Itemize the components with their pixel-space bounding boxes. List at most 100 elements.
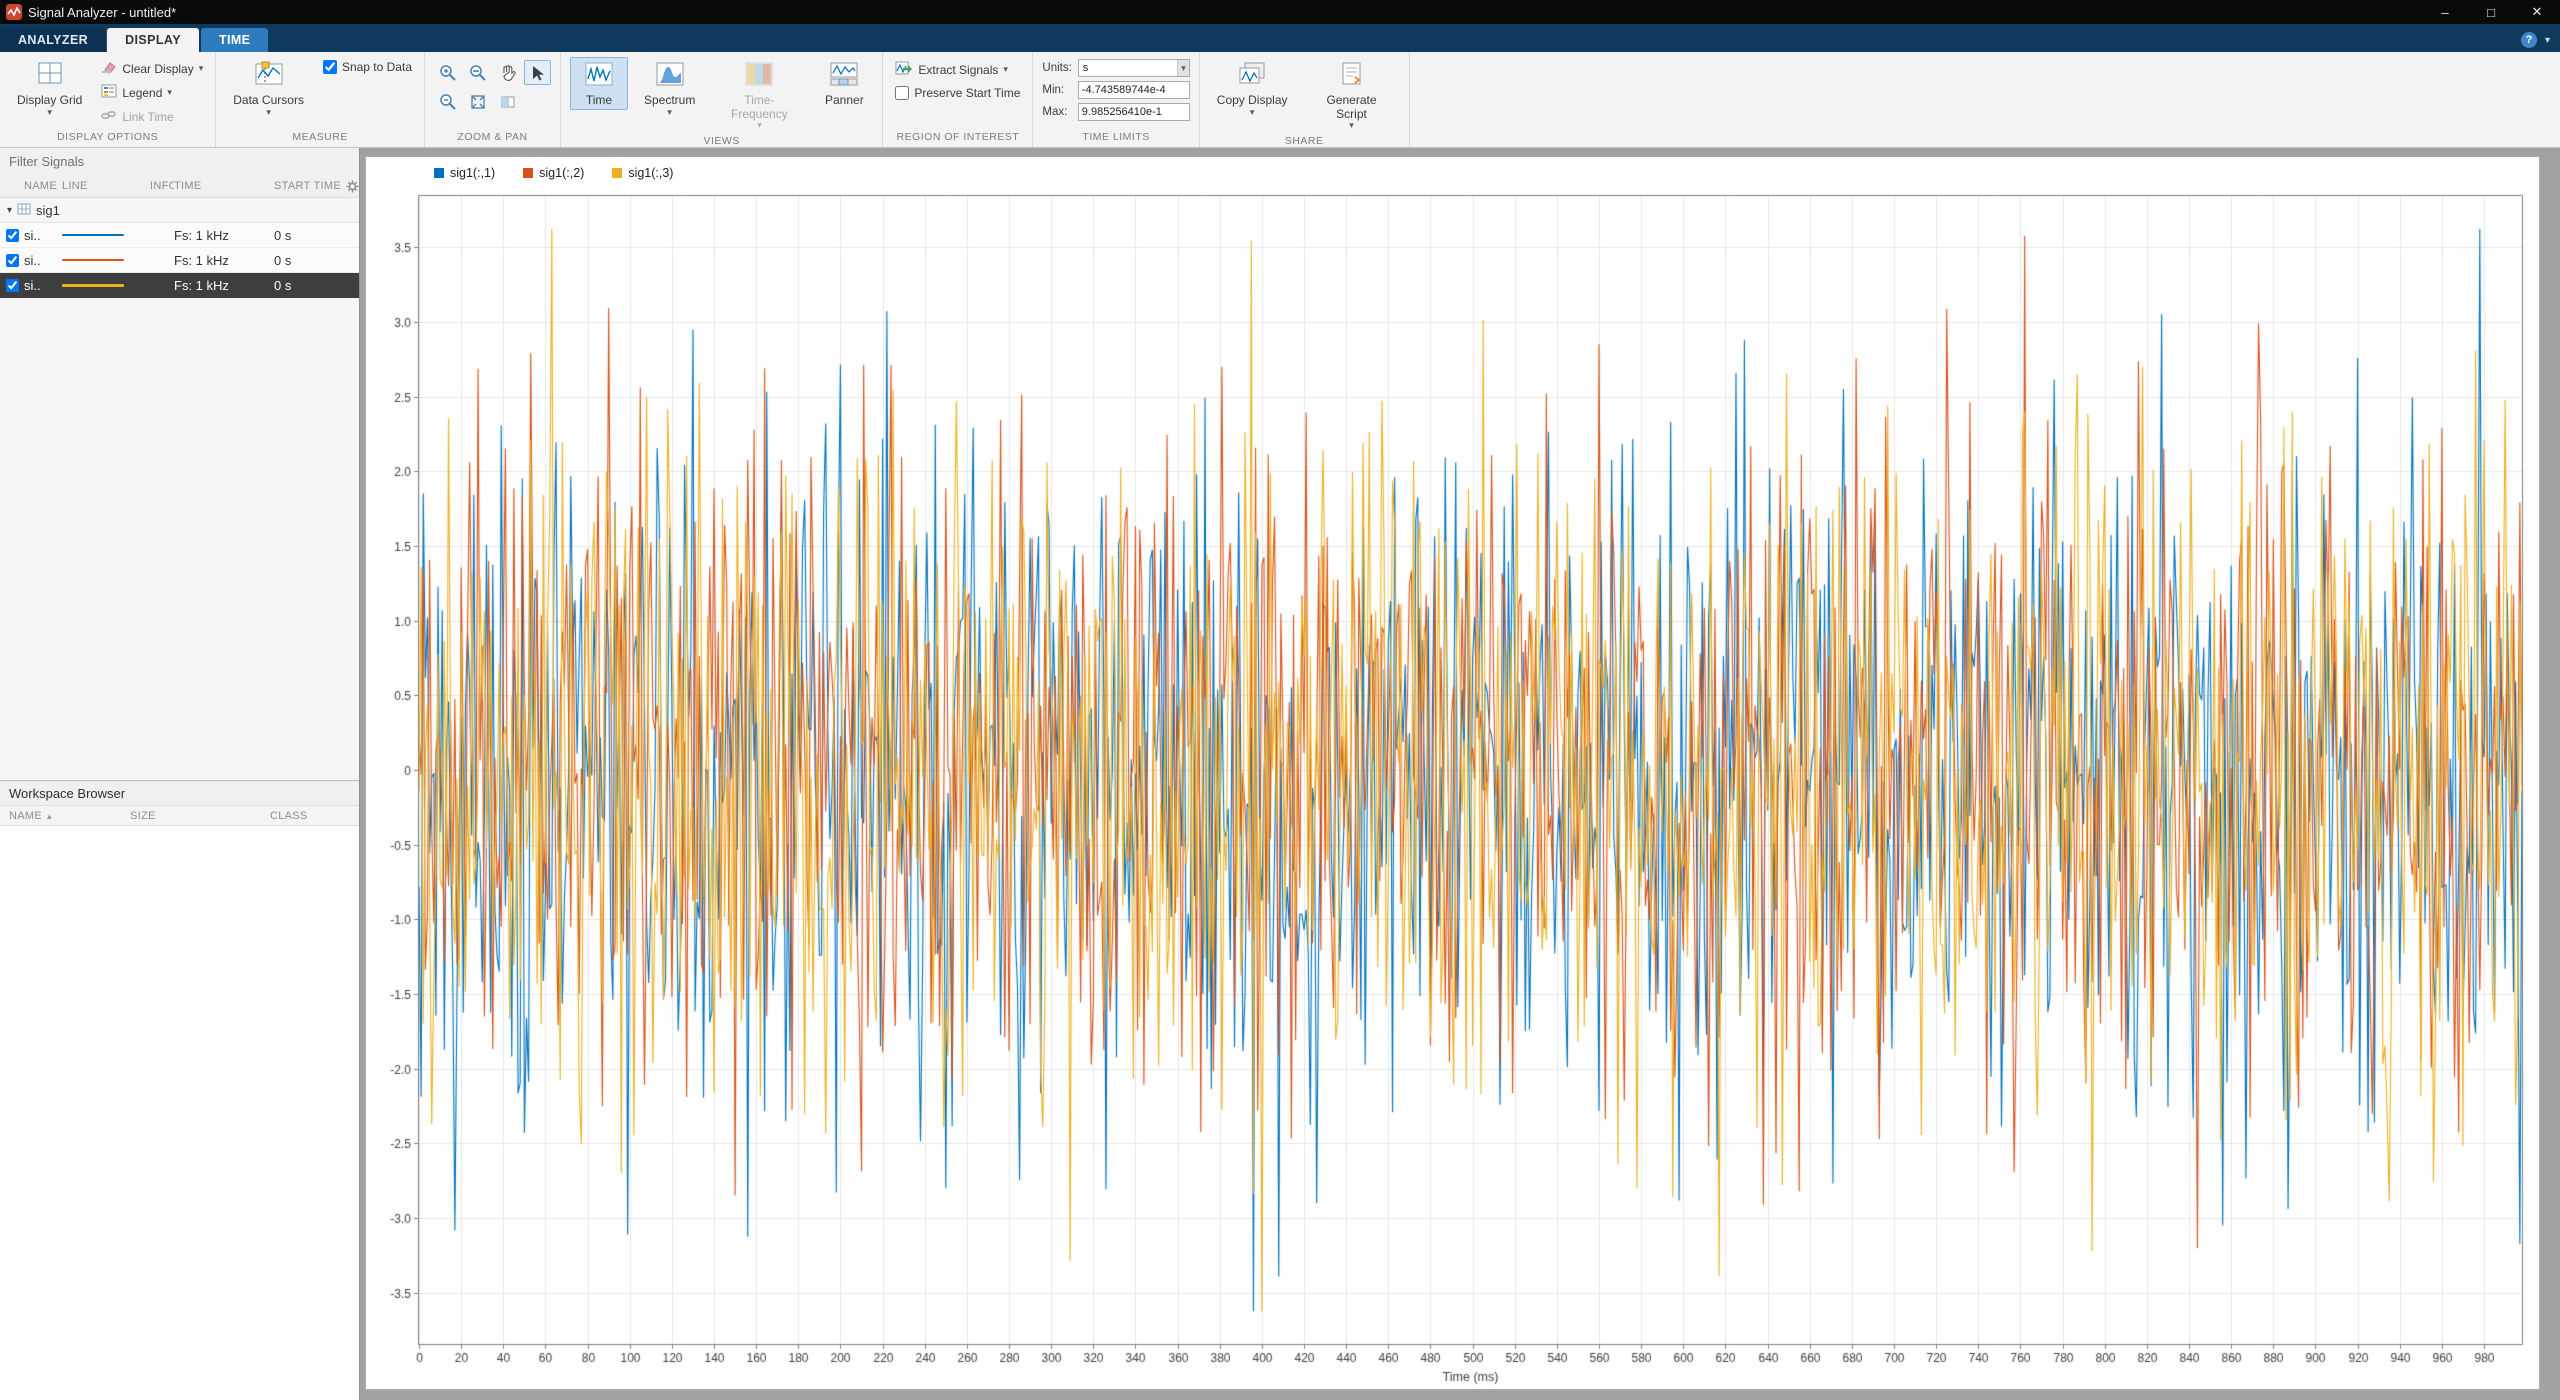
spectrum-view-button[interactable]: Spectrum ▾: [636, 57, 703, 119]
fit-to-view-button[interactable]: [464, 89, 491, 114]
time-frequency-view-button[interactable]: Time-Frequency ▾: [711, 57, 807, 132]
link-time-button[interactable]: Link Time: [98, 107, 206, 126]
snap-to-data-input[interactable]: [323, 60, 337, 74]
max-label: Max:: [1042, 106, 1071, 118]
zoom-in-button[interactable]: [434, 60, 461, 85]
signal-start-time: 0 s: [274, 228, 346, 243]
display-grid-icon: [36, 61, 64, 91]
legend-label: sig1(:,1): [450, 166, 495, 180]
workspace-browser-body: [0, 826, 359, 1400]
legend-item[interactable]: sig1(:,2): [523, 166, 584, 180]
pan-hand-button[interactable]: [494, 60, 521, 85]
workspace-browser-header: NAME ▲ SIZE CLASS: [0, 805, 359, 826]
section-label-display-options: DISPLAY OPTIONS: [0, 130, 215, 147]
plot-legend: sig1(:,1) sig1(:,2) sig1(:,3): [366, 157, 2539, 189]
eraser-icon: [101, 60, 117, 77]
tab-time[interactable]: TIME: [201, 28, 268, 52]
signal-analyzer-window: Signal Analyzer - untitled* – □ ✕ ANALYZ…: [0, 0, 2560, 1400]
extract-signals-button[interactable]: Extract Signals ▾: [892, 59, 1023, 80]
section-label-zoom-pan: ZOOM & PAN: [425, 130, 560, 147]
signal-row[interactable]: si.. Fs: 1 kHz 0 s: [0, 273, 359, 298]
generate-script-button[interactable]: Generate Script ▾: [1304, 57, 1400, 132]
copy-display-button[interactable]: Copy Display ▾: [1209, 57, 1296, 119]
ribbon-section-roi: Extract Signals ▾ Preserve Start Time RE…: [883, 52, 1033, 147]
preserve-start-time-checkbox[interactable]: Preserve Start Time: [892, 85, 1023, 101]
legend-button[interactable]: Legend ▾: [98, 83, 206, 102]
signal-time: Fs: 1 kHz: [174, 278, 274, 293]
snap-to-data-label: Snap to Data: [342, 60, 412, 74]
display-area: sig1(:,1) sig1(:,2) sig1(:,3): [360, 148, 2560, 1400]
min-input[interactable]: [1078, 81, 1190, 99]
time-frequency-view-icon: [744, 61, 774, 91]
close-button[interactable]: ✕: [2514, 0, 2560, 24]
data-cursors-button[interactable]: Data Cursors ▾: [225, 57, 312, 119]
extract-signals-label: Extract Signals: [918, 63, 998, 77]
title-bar: Signal Analyzer - untitled* – □ ✕: [0, 0, 2560, 24]
signal-row[interactable]: si.. Fs: 1 kHz 0 s: [0, 223, 359, 248]
signal-start-time: 0 s: [274, 278, 346, 293]
ribbon-section-time-limits: Units: s ▾ Min: Max: TIME LIMITS: [1033, 52, 1199, 147]
signal-start-time: 0 s: [274, 253, 346, 268]
signal-table-header: NAME LINE INFO TIME START TIME: [0, 175, 359, 198]
signal-plot-canvas[interactable]: [366, 189, 2539, 1389]
help-button[interactable]: ?: [2521, 32, 2537, 48]
column-header-start-time: START TIME: [274, 180, 346, 192]
pointer-tool-button[interactable]: [524, 60, 551, 85]
time-plot-panel: sig1(:,1) sig1(:,2) sig1(:,3): [365, 156, 2540, 1390]
section-label-measure: MEASURE: [216, 130, 424, 147]
copy-display-label: Copy Display: [1217, 94, 1288, 108]
expand-collapse-icon[interactable]: ▾: [7, 205, 12, 216]
units-dropdown[interactable]: s ▾: [1078, 59, 1190, 77]
zoom-x-button[interactable]: [464, 60, 491, 85]
chain-link-icon: [101, 108, 117, 125]
signal-visible-checkbox[interactable]: [6, 279, 19, 292]
zoom-out-button[interactable]: [434, 89, 461, 114]
panner-label: Panner: [825, 94, 864, 108]
panner-icon: [829, 61, 859, 91]
preserve-start-time-label: Preserve Start Time: [914, 86, 1020, 100]
max-input[interactable]: [1078, 103, 1190, 121]
time-view-button[interactable]: Time: [570, 57, 628, 110]
signal-time: Fs: 1 kHz: [174, 228, 274, 243]
minimize-button[interactable]: –: [2422, 0, 2468, 24]
filter-signals-input[interactable]: Filter Signals: [0, 148, 359, 175]
workspace-column-size: SIZE: [130, 810, 270, 822]
ribbon-section-zoom-pan: ZOOM & PAN: [425, 52, 561, 147]
signal-visible-checkbox[interactable]: [6, 254, 19, 267]
tab-analyzer[interactable]: ANALYZER: [0, 28, 107, 52]
signal-name: si..: [24, 228, 62, 243]
workspace-column-name-label: NAME: [9, 810, 42, 822]
tab-display[interactable]: DISPLAY: [107, 28, 199, 52]
preserve-start-time-input[interactable]: [895, 86, 909, 100]
filter-signals-placeholder: Filter Signals: [9, 154, 84, 169]
panner-button[interactable]: Panner: [815, 57, 873, 110]
min-label: Min:: [1042, 84, 1071, 96]
legend-swatch: [434, 168, 444, 178]
minimize-ribbon-button[interactable]: ▾: [2545, 35, 2550, 46]
legend-swatch: [523, 168, 533, 178]
tab-display-label: DISPLAY: [125, 33, 181, 47]
ribbon-section-share: Copy Display ▾ Generate Script ▾ SHARE: [1200, 52, 1410, 147]
chevron-down-icon: ▾: [667, 108, 672, 117]
spectrum-view-label: Spectrum: [644, 94, 695, 108]
group-name: sig1: [36, 203, 60, 218]
snap-to-data-checkbox[interactable]: Snap to Data: [320, 59, 415, 75]
signal-browser-panel: Filter Signals NAME LINE INFO TIME START…: [0, 148, 360, 1400]
chevron-down-icon: ▾: [167, 88, 172, 97]
signal-row[interactable]: si.. Fs: 1 kHz 0 s: [0, 248, 359, 273]
signal-visible-checkbox[interactable]: [6, 229, 19, 242]
maximize-button[interactable]: □: [2468, 0, 2514, 24]
clear-display-button[interactable]: Clear Display ▾: [98, 59, 206, 78]
display-grid-label: Display Grid: [17, 94, 82, 108]
spectrum-view-icon: [655, 61, 685, 91]
units-value: s: [1083, 62, 1089, 74]
layout-button[interactable]: [494, 89, 521, 114]
signal-name: si..: [24, 253, 62, 268]
signal-name: si..: [24, 278, 62, 293]
legend-item[interactable]: sig1(:,1): [434, 166, 495, 180]
gear-icon: [346, 180, 359, 193]
display-grid-button[interactable]: Display Grid ▾: [9, 57, 90, 119]
signal-group-row[interactable]: ▾ sig1: [0, 198, 359, 223]
legend-item[interactable]: sig1(:,3): [612, 166, 673, 180]
tab-time-label: TIME: [219, 33, 250, 47]
